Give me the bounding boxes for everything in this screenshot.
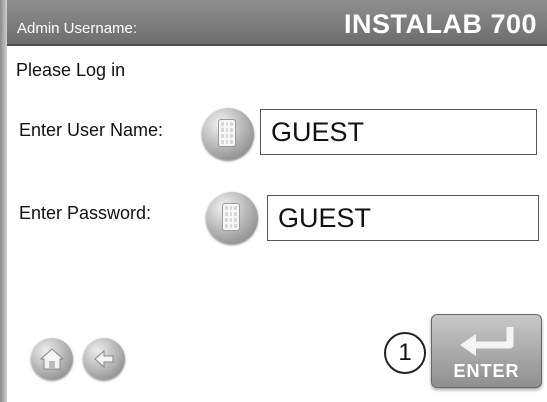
step-callout: 1 [384,332,426,374]
keypad-icon [218,119,236,147]
enter-button[interactable]: ENTER [431,314,542,388]
login-heading: Please Log in [16,60,126,80]
enter-label: ENTER [453,361,520,381]
login-screen: Admin Username: INSTALAB 700 Please Log … [0,0,547,402]
back-arrow-icon [94,349,114,369]
password-label: Enter Password: [19,203,152,223]
title-bar: Admin Username: INSTALAB 700 [7,0,547,46]
admin-username-label: Admin Username: [17,20,138,37]
back-button[interactable] [83,338,125,380]
username-label: Enter User Name: [19,120,164,140]
password-input[interactable]: GUEST [267,195,539,241]
password-keypad-button[interactable] [206,192,258,244]
keypad-icon [222,203,240,231]
username-keypad-button[interactable] [202,108,254,160]
home-button[interactable] [31,338,73,380]
product-name: INSTALAB 700 [343,9,537,39]
left-edge-bar [0,0,7,402]
home-icon [39,348,65,370]
username-input[interactable]: GUEST [260,109,537,155]
enter-return-icon [460,327,514,356]
